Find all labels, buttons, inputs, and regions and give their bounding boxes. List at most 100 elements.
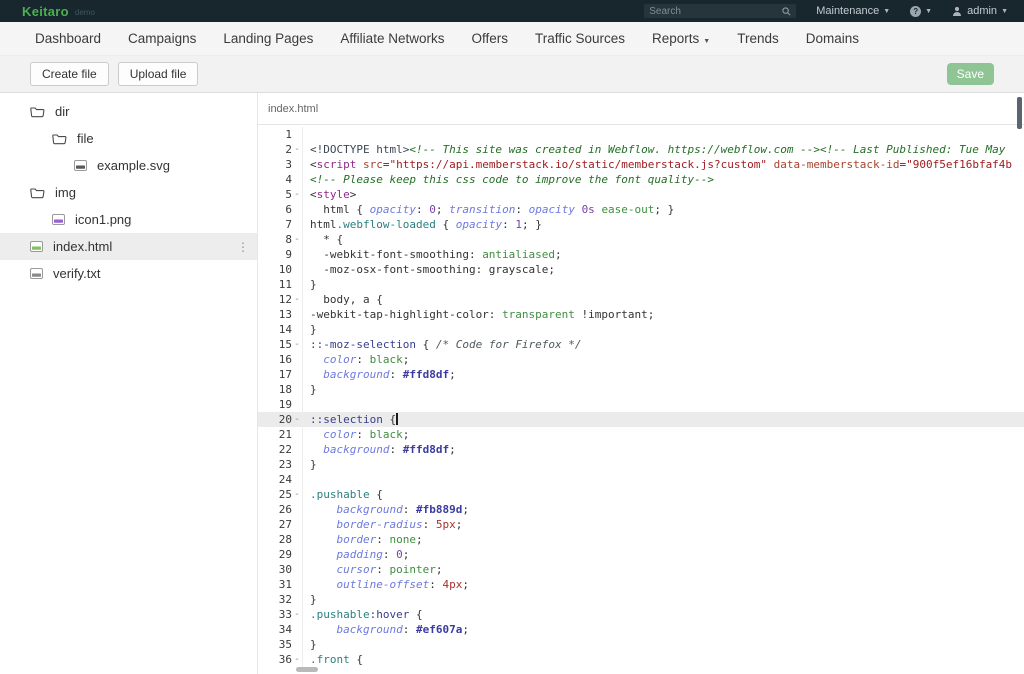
tree-item-label: file (77, 131, 94, 146)
token-plain: -webkit-tap-highlight-color: (310, 308, 502, 321)
token-tag: style (317, 188, 350, 201)
fold-marker-icon[interactable]: - (292, 232, 303, 247)
token-ccomment: /* Code for Firefox */ (436, 338, 582, 351)
tree-item-dir[interactable]: dir (0, 98, 257, 125)
line-number: 6 (258, 202, 292, 217)
code-line[interactable]: 11} (258, 277, 1024, 292)
code-line[interactable]: 3<script src="https://api.memberstack.io… (258, 157, 1024, 172)
gutter-spacer (292, 637, 303, 652)
nav-item-campaigns[interactable]: Campaigns (128, 31, 196, 46)
token-plain: { (383, 413, 396, 426)
chevron-down-icon: ▼ (703, 38, 710, 45)
code-line[interactable]: 15-::-moz-selection { /* Code for Firefo… (258, 337, 1024, 352)
code-line[interactable]: 18} (258, 382, 1024, 397)
token-plain: ; (436, 563, 443, 576)
user-menu[interactable]: admin ▼ (952, 5, 1008, 17)
token-plain: ; (449, 443, 456, 456)
maintenance-menu[interactable]: Maintenance ▼ (816, 5, 890, 17)
fold-marker-icon[interactable]: - (292, 337, 303, 352)
code-line[interactable]: 2-<!DOCTYPE html><!-- This site was crea… (258, 142, 1024, 157)
code-line[interactable]: 1 (258, 127, 1024, 142)
tree-item-icon1-png[interactable]: icon1.png (0, 206, 257, 233)
code-line[interactable]: 27 border-radius: 5px; (258, 517, 1024, 532)
fold-marker-icon[interactable]: - (292, 142, 303, 157)
global-search[interactable] (644, 4, 796, 18)
token-hex: #ffd8df (403, 368, 449, 381)
code-line[interactable]: 17 background: #ffd8df; (258, 367, 1024, 382)
tree-item-index-html[interactable]: index.html⋮ (0, 233, 257, 260)
token-plain: { (416, 338, 436, 351)
nav-item-domains[interactable]: Domains (806, 31, 859, 46)
token-prop: outline-offset (337, 578, 430, 591)
code-line-text: .pushable:hover { (303, 607, 423, 622)
code-line[interactable]: 9 -webkit-font-smoothing: antialiased; (258, 247, 1024, 262)
fold-marker-icon[interactable]: - (292, 487, 303, 502)
nav-item-reports[interactable]: Reports▼ (652, 31, 710, 46)
code-line[interactable]: 31 outline-offset: 4px; (258, 577, 1024, 592)
vertical-scrollbar[interactable] (1017, 97, 1022, 129)
code-line[interactable]: 12- body, a { (258, 292, 1024, 307)
code-line[interactable]: 21 color: black; (258, 427, 1024, 442)
code-line[interactable]: 30 cursor: pointer; (258, 562, 1024, 577)
kebab-menu-icon[interactable]: ⋮ (237, 240, 249, 254)
help-menu[interactable]: ? ▼ (910, 6, 932, 17)
tree-item-verify-txt[interactable]: verify.txt (0, 260, 257, 287)
code-line[interactable]: 22 background: #ffd8df; (258, 442, 1024, 457)
fold-marker-icon[interactable]: - (292, 292, 303, 307)
code-line-text: } (303, 322, 317, 337)
code-line[interactable]: 35} (258, 637, 1024, 652)
line-number: 34 (258, 622, 292, 637)
code-line[interactable]: 23} (258, 457, 1024, 472)
horizontal-scrollbar[interactable] (296, 667, 318, 672)
code-line[interactable]: 36-.front { (258, 652, 1024, 667)
code-line[interactable]: 16 color: black; (258, 352, 1024, 367)
create-file-button[interactable]: Create file (30, 62, 109, 86)
fold-marker-icon[interactable]: - (292, 607, 303, 622)
nav-item-offers[interactable]: Offers (471, 31, 508, 46)
code-line[interactable]: 20-::selection { (258, 412, 1024, 427)
token-plain: ; (403, 548, 410, 561)
code-line[interactable]: 8- * { (258, 232, 1024, 247)
tree-item-img[interactable]: img (0, 179, 257, 206)
code-line[interactable]: 7html.webflow-loaded { opacity: 1; } (258, 217, 1024, 232)
nav-item-traffic-sources[interactable]: Traffic Sources (535, 31, 625, 46)
code-line-text: ::-moz-selection { /* Code for Firefox *… (303, 337, 582, 352)
nav-item-dashboard[interactable]: Dashboard (35, 31, 101, 46)
token-plain: : (389, 443, 402, 456)
code-line[interactable]: 10 -moz-osx-font-smoothing: grayscale; (258, 262, 1024, 277)
save-button[interactable]: Save (947, 63, 994, 85)
fold-marker-icon[interactable]: - (292, 652, 303, 667)
code-line[interactable]: 6 html { opacity: 0; transition: opacity… (258, 202, 1024, 217)
upload-file-button[interactable]: Upload file (118, 62, 199, 86)
code-editor[interactable]: 12-<!DOCTYPE html><!-- This site was cre… (258, 125, 1024, 674)
token-plain: : (423, 518, 436, 531)
tree-item-example-svg[interactable]: example.svg (0, 152, 257, 179)
code-line[interactable]: 34 background: #ef607a; (258, 622, 1024, 637)
gutter-spacer (292, 277, 303, 292)
code-line[interactable]: 13-webkit-tap-highlight-color: transpare… (258, 307, 1024, 322)
search-input[interactable] (649, 6, 782, 17)
fold-marker-icon[interactable]: - (292, 412, 303, 427)
token-plain (310, 578, 337, 591)
code-line[interactable]: 4<!-- Please keep this css code to impro… (258, 172, 1024, 187)
code-line[interactable]: 32} (258, 592, 1024, 607)
code-line[interactable]: 19 (258, 397, 1024, 412)
nav-item-landing-pages[interactable]: Landing Pages (223, 31, 313, 46)
code-line[interactable]: 28 border: none; (258, 532, 1024, 547)
code-line-text: border: none; (303, 532, 423, 547)
editor-tab-index-html[interactable]: index.html (268, 103, 318, 115)
code-line[interactable]: 29 padding: 0; (258, 547, 1024, 562)
code-line[interactable]: 25-.pushable { (258, 487, 1024, 502)
keitaro-logo[interactable]: Keitaro (22, 4, 69, 19)
token-pseudo: ::selection (310, 413, 383, 426)
nav-item-affiliate-networks[interactable]: Affiliate Networks (340, 31, 444, 46)
tree-item-file[interactable]: file (0, 125, 257, 152)
nav-item-trends[interactable]: Trends (737, 31, 779, 46)
line-number: 24 (258, 472, 292, 487)
code-line[interactable]: 26 background: #fb889d; (258, 502, 1024, 517)
fold-marker-icon[interactable]: - (292, 187, 303, 202)
code-line[interactable]: 24 (258, 472, 1024, 487)
code-line[interactable]: 5-<style> (258, 187, 1024, 202)
code-line[interactable]: 33-.pushable:hover { (258, 607, 1024, 622)
code-line[interactable]: 14} (258, 322, 1024, 337)
